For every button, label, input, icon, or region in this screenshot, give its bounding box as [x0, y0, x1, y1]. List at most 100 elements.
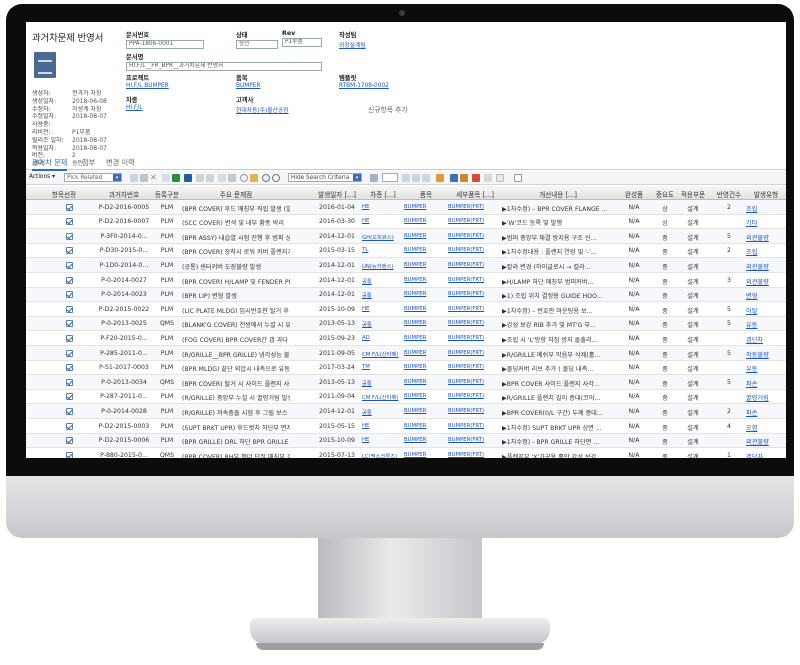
rev-input[interactable]: P1부품	[282, 38, 322, 47]
cell-sub[interactable]: BUMPER(FRT)	[448, 233, 502, 239]
column-header[interactable]: 차종 [...]	[362, 189, 404, 199]
cell-item[interactable]: BUMPER	[404, 247, 448, 253]
cell-item[interactable]: BUMPER	[404, 335, 448, 341]
row-checkbox[interactable]	[66, 218, 73, 226]
cell-item[interactable]: BUMPER	[404, 291, 448, 297]
cell-occ[interactable]: 이탈	[746, 306, 786, 315]
customer-link[interactable]: 현대차동(주)울산공장	[236, 105, 336, 114]
paste-icon[interactable]	[228, 174, 236, 182]
cell-car[interactable]: AD	[362, 335, 404, 341]
columns-icon[interactable]	[402, 174, 410, 182]
cell-item[interactable]: BUMPER	[404, 364, 448, 370]
paste-doc-icon[interactable]	[496, 174, 504, 182]
cell-occ[interactable]: 파손	[746, 379, 786, 388]
table-row[interactable]: P-287-2011-0... PLM (R/GRILLE) 중앙부 누설 시 꿀렁…	[26, 390, 786, 405]
cell-occ[interactable]: 갭단차	[746, 452, 786, 458]
cell-occ[interactable]: 기타	[746, 218, 786, 227]
column-header[interactable]: 등록구분	[150, 189, 184, 199]
cell-car[interactable]: 공통	[362, 320, 404, 328]
row-checkbox[interactable]	[66, 378, 73, 386]
table-row[interactable]: P-D30-2015-0... PLM (BPR COVER) 장착시 로워 커버 …	[26, 244, 786, 259]
cell-occ[interactable]: 조립	[746, 204, 786, 213]
table-row[interactable]: P-285-2011-0... PLM (R/GRILLE__BPR GRILLE)…	[26, 346, 786, 361]
cut-icon[interactable]	[218, 174, 226, 182]
doc-name-input[interactable]: HI.F/L__FR_BPR__과거차문제 반영서	[126, 62, 322, 71]
cell-occ[interactable]: 외관불량	[746, 277, 786, 286]
cell-sub[interactable]: BUMPER(FRT)	[448, 218, 502, 224]
doc-number-input[interactable]: PPA-1806-0001	[126, 40, 204, 49]
unlock-icon[interactable]	[206, 174, 214, 182]
zoom-out-icon[interactable]	[272, 174, 280, 182]
table-row[interactable]: P-0-2013-0025 QMS (BLANK'G COVER) 전방에서 누설 …	[26, 316, 786, 332]
cell-item[interactable]: BUMPER	[404, 277, 448, 283]
filter-select[interactable]: Pick Related ▾	[64, 173, 122, 182]
tab-change-history[interactable]: 변경 이력	[106, 158, 135, 168]
cell-car[interactable]: HE	[362, 423, 404, 429]
cell-item[interactable]: BUMPER	[404, 218, 448, 224]
column-header[interactable]: 반영건수	[712, 189, 746, 199]
table-row[interactable]: P-0-2014-0027 PLM (BPR COVER) H/LAMP 및 FEN…	[26, 273, 786, 288]
list-icon[interactable]	[370, 174, 378, 182]
cell-item[interactable]: BUMPER	[404, 204, 448, 210]
grid-icon[interactable]	[450, 174, 458, 182]
row-checkbox[interactable]	[66, 437, 73, 445]
row-checkbox[interactable]	[66, 393, 73, 401]
table-row[interactable]: P-D2-2016-0007 PLM (SCC COVER) 변색 및 내부 황종 …	[26, 215, 786, 230]
cell-car[interactable]: TM	[362, 364, 404, 370]
delete-icon[interactable]: ✕	[150, 174, 158, 182]
table-row[interactable]: P-0-2014-0023 PLM (BPR LIP) 변형 발생 2014-12-0…	[26, 287, 786, 303]
cell-item[interactable]: BUMPER	[404, 306, 448, 312]
cell-car[interactable]: 공통	[362, 408, 404, 416]
row-checkbox[interactable]	[66, 232, 73, 240]
column-header[interactable]: 품목	[404, 189, 448, 199]
rows-icon[interactable]	[412, 174, 420, 182]
actions-menu[interactable]: Actions ▾	[29, 173, 55, 182]
cell-item[interactable]: BUMPER	[404, 408, 448, 414]
column-header[interactable]: 항목선정	[42, 189, 86, 199]
cell-sub[interactable]: BUMPER(FRT)	[448, 423, 502, 429]
cell-car[interactable]: TL	[362, 247, 404, 253]
template-link[interactable]: RTBM-1708-0002	[339, 83, 419, 89]
cell-car[interactable]: HE	[362, 306, 404, 312]
table-row[interactable]: P-0-2014-0028 PLM (R/GRILLE) 저속충돌 시험 후 그릴 …	[26, 404, 786, 419]
trash-icon[interactable]	[514, 174, 522, 182]
cell-sub[interactable]: BUMPER(FRT)	[448, 204, 502, 210]
hide-search-criteria-select[interactable]: Hide Search Criteria ▾	[288, 173, 362, 182]
row-checkbox[interactable]	[66, 334, 73, 342]
project-link[interactable]: HI.F/L BUMPER	[126, 83, 216, 89]
column-header[interactable]: 완성품	[614, 189, 654, 199]
cell-occ[interactable]: 오염	[746, 423, 786, 432]
table-row[interactable]: P-D2-2015-0022 PLM (LIC PLATE MLDG) 입시번호판 …	[26, 302, 786, 317]
column-header[interactable]: 개선내용 [...]	[502, 189, 614, 199]
add-new-item-link[interactable]: 신규항목 추가	[368, 104, 408, 114]
cell-occ[interactable]: 조립	[746, 247, 786, 256]
page-size-input[interactable]	[382, 173, 398, 182]
excel-export-icon[interactable]	[172, 174, 180, 182]
cell-occ[interactable]: 작동불량	[746, 350, 786, 359]
sort-icon[interactable]	[422, 174, 430, 182]
cell-car[interactable]: CM F/L(산타페)	[362, 393, 404, 401]
cell-car[interactable]: 공통	[362, 291, 404, 299]
cell-item[interactable]: BUMPER	[404, 379, 448, 385]
cell-sub[interactable]: BUMPER(FRT)	[448, 393, 502, 399]
table-row[interactable]: P-0-2013-0034 QMS (BPR COVER) 탈거 시 사이드 플랜지…	[26, 375, 786, 390]
column-header[interactable]: 발생일자 [...]	[312, 189, 362, 199]
table-row[interactable]: P-D2-2015-0003 PLM (SUPT BRKT UPR) 후드랫치 하단…	[26, 419, 786, 434]
cell-sub[interactable]: BUMPER(FRT)	[448, 306, 502, 312]
chart-icon[interactable]	[460, 174, 468, 182]
row-checkbox[interactable]	[66, 203, 73, 211]
report-icon[interactable]	[436, 174, 444, 182]
cell-occ[interactable]: 외관불량	[746, 233, 786, 242]
table-row[interactable]: P-D2-2016-0005 PLM (BPR COVER) 후드 매칭부 직립 발…	[26, 200, 786, 215]
cell-item[interactable]: BUMPER	[404, 393, 448, 399]
cell-sub[interactable]: BUMPER(FRT)	[448, 437, 502, 443]
cell-sub[interactable]: BUMPER(FRT)	[448, 247, 502, 253]
row-checkbox[interactable]	[66, 261, 73, 269]
lock-icon[interactable]	[196, 174, 204, 182]
cell-car[interactable]: HE	[362, 204, 404, 210]
cell-item[interactable]: BUMPER	[404, 423, 448, 429]
cell-sub[interactable]: BUMPER(FRT)	[448, 335, 502, 341]
cell-car[interactable]: GH(오피큐스)	[362, 233, 404, 241]
row-checkbox[interactable]	[66, 276, 73, 284]
cell-car[interactable]: HE	[362, 437, 404, 443]
